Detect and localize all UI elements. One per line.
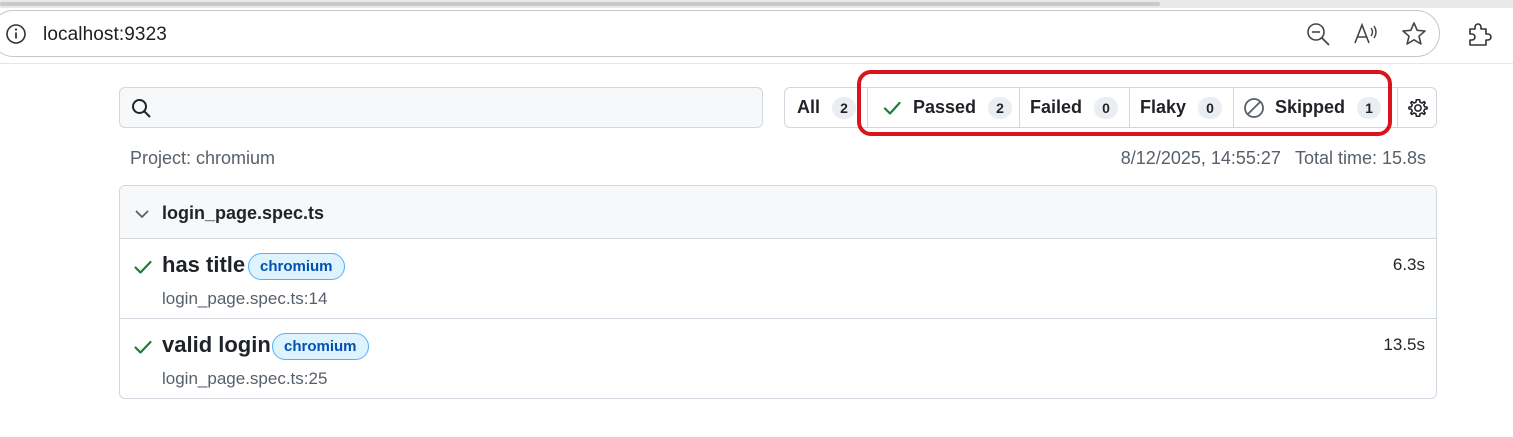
zoom-out-icon[interactable] bbox=[1304, 20, 1332, 48]
info-icon[interactable] bbox=[5, 23, 27, 45]
gear-icon bbox=[1407, 98, 1428, 117]
project-label: Project: chromium bbox=[130, 148, 276, 168]
filter-all-label: All bbox=[797, 97, 821, 117]
search-icon bbox=[132, 99, 151, 118]
test-location: login_page.spec.ts:14 bbox=[162, 289, 328, 308]
file-header[interactable]: login_page.spec.ts bbox=[120, 186, 1436, 239]
annotation-highlight-box bbox=[857, 70, 1392, 136]
chevron-down-icon[interactable] bbox=[133, 205, 151, 223]
total-time: Total time: 15.8s bbox=[1294, 148, 1426, 168]
favorite-star-icon[interactable] bbox=[1400, 20, 1428, 48]
test-file-card: login_page.spec.ts has title chromium lo… bbox=[119, 185, 1437, 399]
check-icon bbox=[134, 260, 152, 274]
url-text[interactable]: localhost:9323 bbox=[43, 24, 167, 46]
test-location: login_page.spec.ts:25 bbox=[162, 369, 328, 388]
test-title[interactable]: has title bbox=[162, 252, 245, 278]
project-tag[interactable]: chromium bbox=[248, 253, 345, 280]
address-bar[interactable] bbox=[0, 10, 1440, 57]
run-info: 8/12/2025, 14:55:27 Total time: 15.8s bbox=[1121, 148, 1426, 169]
window-top-strip bbox=[0, 0, 1513, 8]
check-icon bbox=[134, 340, 152, 354]
settings-button[interactable] bbox=[1397, 88, 1437, 127]
test-title[interactable]: valid login bbox=[162, 332, 271, 358]
test-duration: 6.3s bbox=[1392, 255, 1425, 274]
extensions-icon[interactable] bbox=[1465, 20, 1493, 48]
file-name: login_page.spec.ts bbox=[162, 203, 325, 223]
project-tag[interactable]: chromium bbox=[272, 333, 369, 360]
test-search-input[interactable] bbox=[119, 87, 763, 128]
top-scroll-thumb[interactable] bbox=[0, 2, 1160, 6]
browser-toolbar-divider bbox=[0, 63, 1513, 64]
filter-all-count: 2 bbox=[832, 96, 857, 119]
read-aloud-icon[interactable] bbox=[1352, 20, 1380, 48]
filter-all[interactable]: All 2 bbox=[797, 88, 857, 127]
test-duration: 13.5s bbox=[1383, 335, 1425, 354]
test-row[interactable]: valid login chromium login_page.spec.ts:… bbox=[120, 319, 1436, 398]
run-timestamp: 8/12/2025, 14:55:27 bbox=[1120, 148, 1281, 168]
test-row[interactable]: has title chromium login_page.spec.ts:14… bbox=[120, 239, 1436, 319]
